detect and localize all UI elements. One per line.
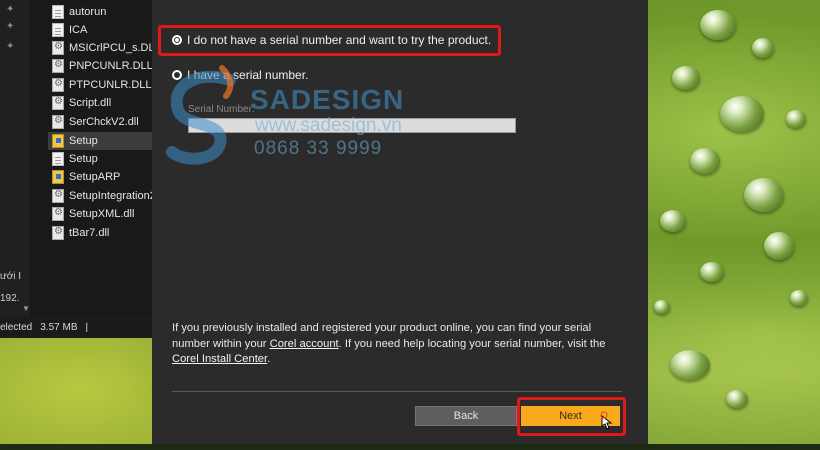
file-item-selected[interactable]: Setup xyxy=(48,132,156,150)
water-droplet xyxy=(670,350,710,380)
water-droplet xyxy=(764,232,794,260)
radio-unchecked-icon[interactable] xyxy=(172,70,182,80)
file-name: autorun xyxy=(69,6,107,18)
document-icon xyxy=(52,5,64,19)
status-size: 3.57 MB xyxy=(40,321,78,333)
file-name: tBar7.dll xyxy=(69,227,110,239)
file-item[interactable]: autorun xyxy=(52,3,106,21)
dll-icon xyxy=(52,226,64,240)
water-droplet xyxy=(690,148,720,174)
serial-help-text: If you previously installed and register… xyxy=(172,321,632,368)
file-item[interactable]: PNPCUNLR.DLL xyxy=(52,57,153,75)
water-droplet xyxy=(720,96,764,132)
water-droplet xyxy=(672,66,700,90)
file-item[interactable]: MSICrlPCU_s.DLL xyxy=(52,39,161,57)
dll-icon xyxy=(52,189,64,203)
file-name: SerChckV2.dll xyxy=(69,116,139,128)
corel-account-link[interactable]: Corel account xyxy=(270,338,339,350)
divider xyxy=(172,391,622,392)
file-name: Script.dll xyxy=(69,97,112,109)
nav-pane-text[interactable]: ưới I xyxy=(0,271,21,282)
water-droplet xyxy=(744,178,784,212)
water-droplet xyxy=(700,10,736,40)
water-droplet xyxy=(786,110,806,128)
setup-app-icon xyxy=(52,170,64,184)
corel-install-center-link[interactable]: Corel Install Center xyxy=(172,353,267,365)
file-item[interactable]: SetupXML.dll xyxy=(52,205,134,223)
file-name: SetupXML.dll xyxy=(69,208,135,220)
status-separator: | xyxy=(85,321,89,333)
taskbar-edge xyxy=(0,444,820,450)
water-droplet xyxy=(726,390,748,408)
dll-icon xyxy=(52,207,64,221)
file-item[interactable]: tBar7.dll xyxy=(52,224,109,242)
dll-icon xyxy=(52,78,64,92)
nav-pane-text[interactable]: 192. xyxy=(0,293,19,304)
pin-icon[interactable]: ✦ xyxy=(6,5,16,15)
file-item[interactable]: SerChckV2.dll xyxy=(52,113,139,131)
dll-icon xyxy=(52,96,64,110)
file-item[interactable]: SetupIntegration2. xyxy=(52,187,159,205)
dll-icon xyxy=(52,59,64,73)
file-item[interactable]: SetupARP xyxy=(52,168,120,186)
water-droplet xyxy=(660,210,686,232)
highlight-box xyxy=(158,25,501,56)
file-item[interactable]: ICA xyxy=(52,21,87,39)
installer-dialog: I do not have a serial number and want t… xyxy=(152,0,648,444)
status-bar: elected 3.57 MB | xyxy=(0,316,152,338)
water-droplet xyxy=(654,300,670,314)
file-name: PNPCUNLR.DLL xyxy=(69,60,153,72)
file-name: SetupARP xyxy=(69,171,121,183)
file-item[interactable]: PTPCUNLR.DLL xyxy=(52,76,152,94)
serial-number-label: Serial Number: xyxy=(188,104,255,115)
file-explorer-panel: ✦ ✦ ✦ autorun ICA MSICrlPCU_s.DLL PNPCUN… xyxy=(0,0,161,338)
file-name: ICA xyxy=(69,24,88,36)
back-button[interactable]: Back xyxy=(415,406,517,426)
serial-number-input[interactable] xyxy=(188,118,516,133)
water-droplet xyxy=(790,290,808,306)
help-text-part: . xyxy=(267,353,271,365)
file-name: SetupIntegration2. xyxy=(69,190,159,202)
file-item[interactable]: Setup xyxy=(52,150,98,168)
status-selected: elected xyxy=(0,321,33,333)
file-item[interactable]: Script.dll xyxy=(52,94,111,112)
scroll-down-icon[interactable]: ▼ xyxy=(22,304,30,313)
document-icon xyxy=(52,23,64,37)
dll-icon xyxy=(52,41,64,55)
file-name: MSICrlPCU_s.DLL xyxy=(69,42,161,54)
option-serial-label[interactable]: I have a serial number. xyxy=(187,68,308,82)
file-name: Setup xyxy=(69,153,98,165)
water-droplet xyxy=(700,262,724,282)
document-icon xyxy=(52,152,64,166)
dll-icon xyxy=(52,115,64,129)
file-name: PTPCUNLR.DLL xyxy=(69,79,152,91)
option-have-serial[interactable]: I have a serial number. xyxy=(172,68,308,82)
mouse-cursor-icon xyxy=(600,411,613,430)
pin-icon[interactable]: ✦ xyxy=(6,22,16,32)
setup-app-icon xyxy=(52,134,64,148)
file-name: Setup xyxy=(69,135,98,147)
pin-icon[interactable]: ✦ xyxy=(6,42,16,52)
help-text-part: . If you need help locating your serial … xyxy=(338,337,606,350)
water-droplet xyxy=(752,38,774,58)
